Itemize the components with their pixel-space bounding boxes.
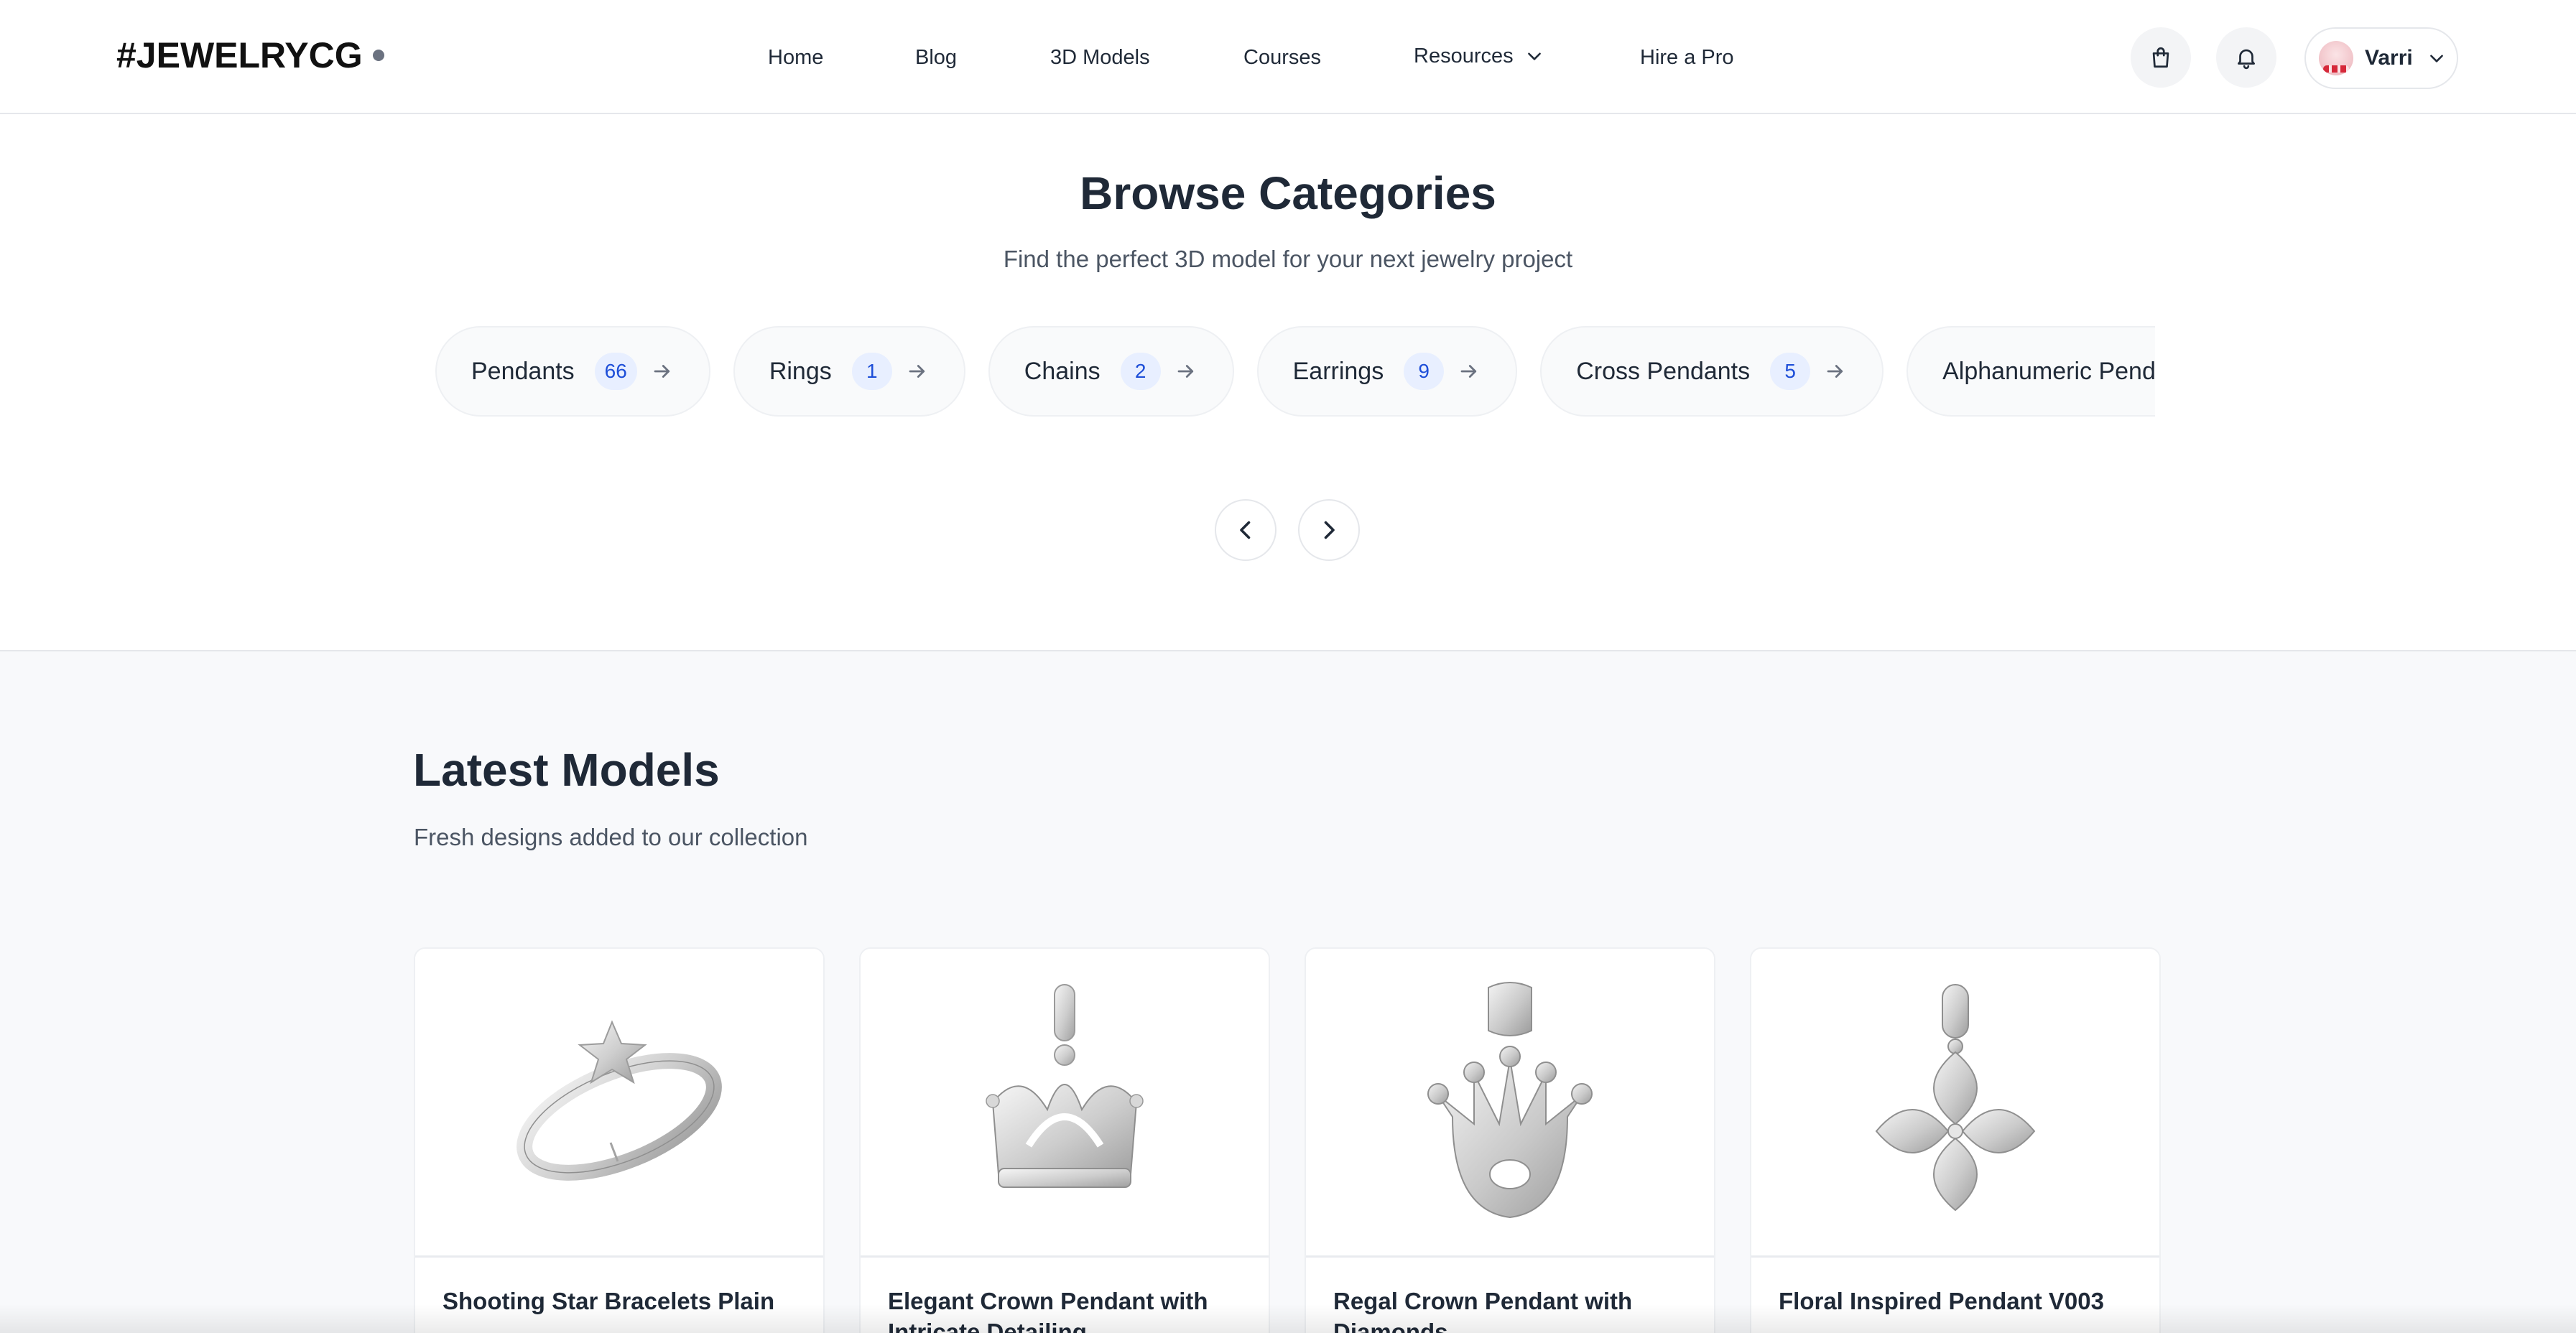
category-pill-earrings[interactable]: Earrings 9 bbox=[1256, 326, 1518, 417]
cart-button[interactable] bbox=[2131, 27, 2191, 88]
model-thumbnail[interactable] bbox=[861, 949, 1269, 1258]
category-name: Rings bbox=[769, 357, 832, 385]
nav-blog[interactable]: Blog bbox=[915, 40, 957, 75]
notifications-button[interactable] bbox=[2216, 27, 2276, 88]
category-pill-rings[interactable]: Rings 1 bbox=[733, 326, 965, 417]
category-name: Earrings bbox=[1292, 357, 1384, 385]
model-thumbnail[interactable] bbox=[1751, 949, 2159, 1258]
nav-home[interactable]: Home bbox=[768, 40, 823, 75]
latest-models-section: Latest Models Fresh designs added to our… bbox=[0, 650, 2576, 1333]
nav-resources-label: Resources bbox=[1414, 44, 1514, 68]
browse-categories-title: Browse Categories bbox=[1080, 167, 1496, 219]
category-name: Chains bbox=[1024, 357, 1101, 385]
category-pill-cross-pendants[interactable]: Cross Pendants 5 bbox=[1540, 326, 1884, 417]
arrow-right-icon bbox=[652, 361, 673, 382]
model-card[interactable]: Shooting Star Bracelets Plain bbox=[414, 947, 825, 1333]
model-thumbnail[interactable] bbox=[415, 949, 823, 1258]
nav-courses[interactable]: Courses bbox=[1243, 40, 1321, 75]
category-count-badge: 2 bbox=[1120, 353, 1161, 390]
latest-models-subtitle: Fresh designs added to our collection bbox=[414, 824, 808, 850]
category-name: Cross Pendants bbox=[1576, 357, 1751, 385]
crown-pendant-thumbnail-image bbox=[986, 983, 1144, 1188]
category-pill-pendants[interactable]: Pendants 66 bbox=[435, 326, 710, 417]
category-count-badge: 5 bbox=[1770, 353, 1811, 390]
arrow-right-icon bbox=[1458, 361, 1480, 382]
arrow-right-icon bbox=[1175, 361, 1197, 382]
chevron-down-icon bbox=[1527, 52, 1541, 60]
regal-crown-pendant-thumbnail-image bbox=[1427, 981, 1593, 1218]
browse-categories-subtitle: Find the perfect 3D model for your next … bbox=[1003, 246, 1573, 272]
category-track: Pendants 66 Rings 1 Chains 2 Earrings 9 … bbox=[431, 326, 2155, 421]
floral-pendant-thumbnail-image bbox=[1875, 983, 2036, 1211]
user-name: Varri bbox=[2365, 46, 2413, 70]
category-count-badge: 9 bbox=[1404, 353, 1445, 390]
nav-hire-a-pro[interactable]: Hire a Pro bbox=[1640, 40, 1734, 75]
category-pill-chains[interactable]: Chains 2 bbox=[988, 326, 1234, 417]
category-count-badge: 1 bbox=[851, 353, 892, 390]
carousel-next-button[interactable] bbox=[1298, 499, 1360, 561]
nav-resources-dropdown[interactable]: Resources bbox=[1414, 39, 1544, 73]
bottom-fade bbox=[0, 1304, 2576, 1333]
user-menu-button[interactable]: Varri bbox=[2304, 27, 2458, 89]
model-thumbnail[interactable] bbox=[1306, 949, 1714, 1258]
latest-models-title: Latest Models bbox=[413, 744, 720, 796]
model-card[interactable]: Regal Crown Pendant with Diamonds bbox=[1305, 947, 1715, 1333]
chevron-right-icon bbox=[1324, 521, 1335, 539]
chevron-down-icon bbox=[2429, 55, 2443, 62]
chevron-left-icon bbox=[1240, 521, 1251, 539]
category-name: Alphanumeric Pendants bbox=[1942, 357, 2155, 385]
model-card[interactable]: Floral Inspired Pendant V003 bbox=[1750, 947, 2161, 1333]
category-name: Pendants bbox=[471, 357, 575, 385]
bracelet-thumbnail-image bbox=[516, 1019, 722, 1181]
nav-3d-models[interactable]: 3D Models bbox=[1050, 40, 1150, 75]
category-count-badge: 66 bbox=[594, 353, 637, 390]
avatar bbox=[2319, 41, 2353, 75]
arrow-right-icon bbox=[907, 361, 928, 382]
carousel-prev-button[interactable] bbox=[1215, 499, 1277, 561]
bell-icon bbox=[2238, 49, 2255, 70]
category-pill-alphanumeric-pendants[interactable]: Alphanumeric Pendants bbox=[1906, 326, 2155, 417]
category-carousel: Pendants 66 Rings 1 Chains 2 Earrings 9 … bbox=[431, 326, 2155, 421]
shopping-bag-icon bbox=[2152, 47, 2169, 68]
site-header: #JEWELRYCG Home Blog 3D Models Courses R… bbox=[0, 0, 2576, 114]
arrow-right-icon bbox=[1825, 361, 1846, 382]
model-card[interactable]: Elegant Crown Pendant with Intricate Det… bbox=[859, 947, 1270, 1333]
